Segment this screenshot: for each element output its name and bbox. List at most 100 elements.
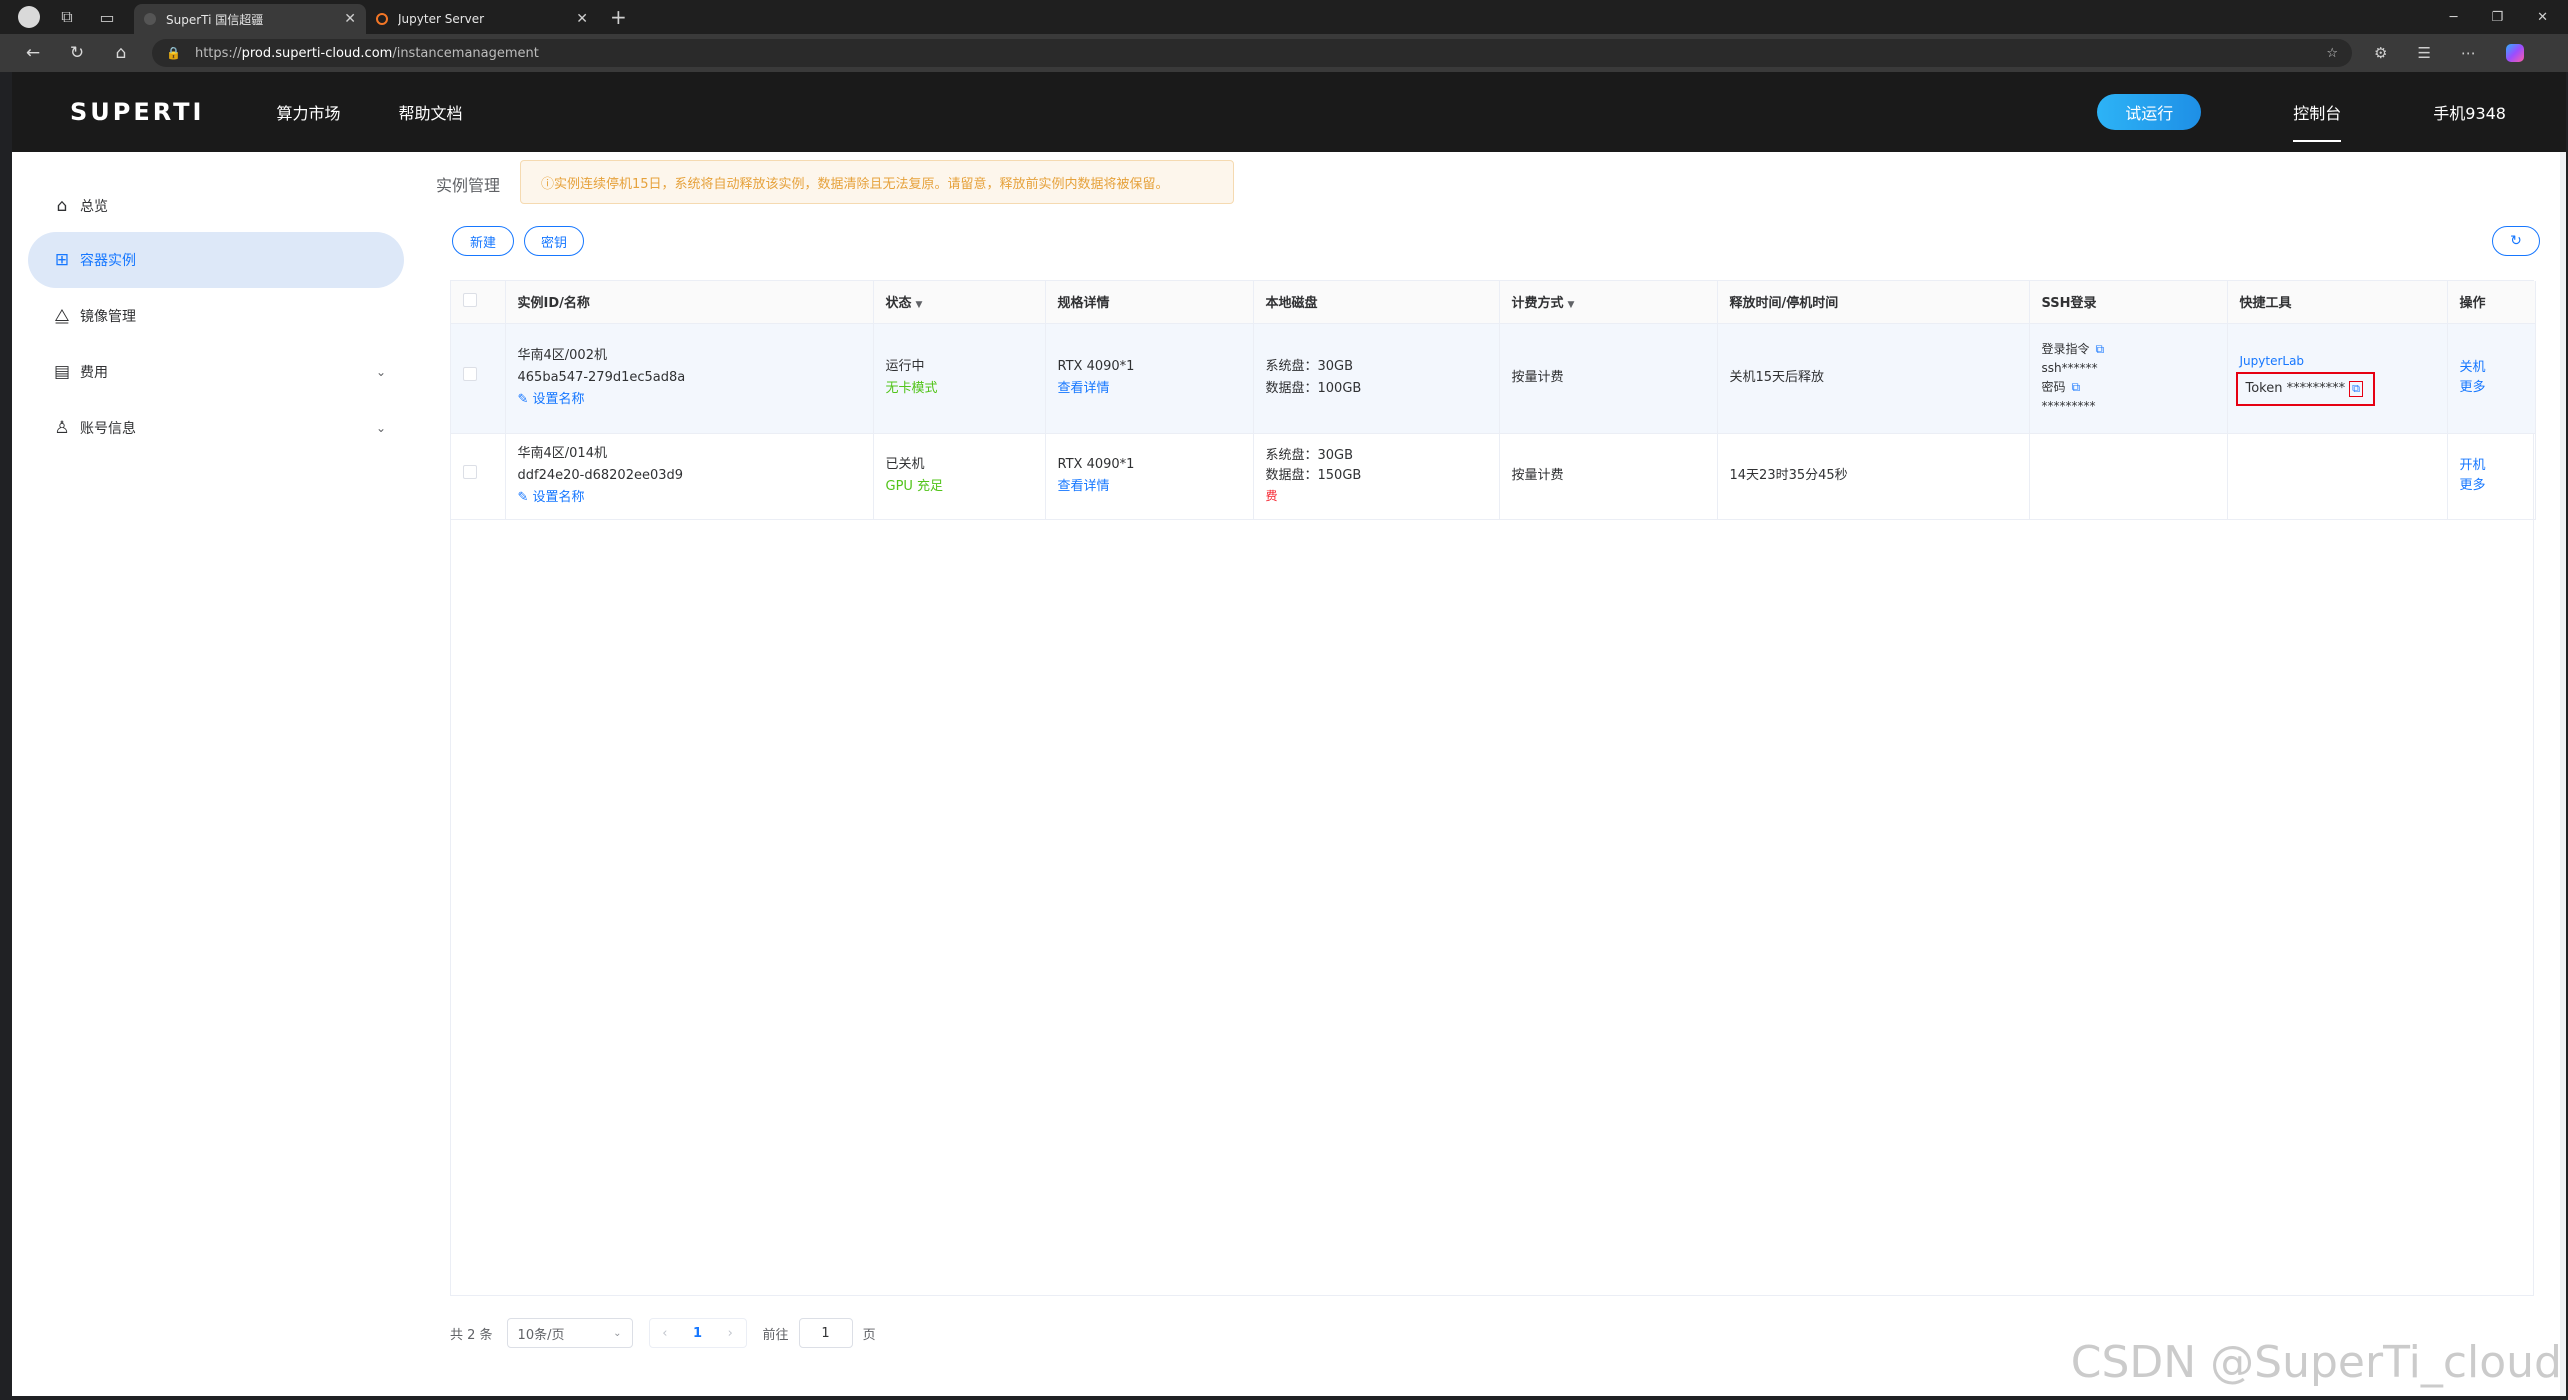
select-all-checkbox[interactable]	[463, 292, 477, 307]
favorites-icon[interactable]: ☰	[2417, 44, 2430, 62]
invoice-icon: ▤	[53, 362, 71, 382]
goto-page-input[interactable]: 1	[798, 1318, 853, 1348]
col-header-billing[interactable]: 计费方式 ▼	[1499, 281, 1718, 324]
minimize-icon[interactable]: ─	[2450, 10, 2458, 25]
nav-compute-market[interactable]: 算力市场	[276, 100, 340, 124]
row-select-cell	[451, 433, 506, 520]
ssh-cell: 登录指令 ⧉ ssh****** 密码 ⧉ *********	[2029, 323, 2228, 434]
spec-text: RTX 4090*1	[1057, 359, 1135, 374]
current-page[interactable]: 1	[693, 1326, 702, 1341]
close-tab-icon[interactable]: ✕	[344, 11, 356, 27]
copy-icon[interactable]: ⧉	[2096, 342, 2105, 356]
reload-icon[interactable]: ↻	[66, 43, 88, 63]
col-header-id: 实例ID/名称	[505, 281, 874, 324]
sidebar-item-label: 镜像管理	[80, 309, 136, 325]
nav-console[interactable]: 控制台	[2293, 72, 2342, 152]
disk-cell: 系统盘：30GB 数据盘：150GB 费	[1253, 433, 1500, 520]
startup-link[interactable]: 开机	[2460, 456, 2535, 476]
more-link[interactable]: 更多	[2460, 476, 2535, 496]
browser-tab-superti[interactable]: SuperTi 国信超疆 ✕	[134, 4, 366, 34]
billing-cell: 按量计费	[1499, 323, 1718, 434]
copy-token-icon[interactable]: ⧉	[2349, 381, 2363, 397]
chevron-down-icon: ⌄	[375, 365, 386, 379]
extensions-icon[interactable]: ⚙	[2374, 44, 2387, 62]
sidebar-item-container-instances[interactable]: ⊞ 容器实例	[28, 232, 404, 288]
system-disk: 系统盘：30GB	[1265, 359, 1354, 374]
set-name-link[interactable]: ✎ 设置名称	[518, 389, 873, 411]
user-account[interactable]: 手机9348	[2433, 100, 2506, 124]
logo[interactable]: SUPERTI	[70, 98, 204, 126]
restore-icon[interactable]: ❐	[2491, 10, 2503, 25]
page-nav: ‹ 1 ›	[648, 1318, 747, 1348]
jupyterlab-link[interactable]: JupyterLab	[2240, 350, 2447, 372]
url-host: prod.superti-cloud.com	[241, 45, 393, 61]
prev-page-icon[interactable]: ‹	[662, 1326, 667, 1341]
sidebar-item-label: 总览	[80, 199, 108, 215]
view-details-link[interactable]: 查看详情	[1058, 476, 1253, 498]
browser-tab-jupyter[interactable]: Jupyter Server ✕	[366, 4, 598, 34]
release-notice: ⓘ实例连续停机15日，系统将自动释放该实例，数据清除且无法复原。请留意，释放前实…	[520, 160, 1234, 204]
favorite-star-icon[interactable]: ☆	[2326, 46, 2338, 61]
lock-icon: 🔒	[166, 46, 181, 60]
col-header-status[interactable]: 状态 ▼	[873, 281, 1046, 324]
url-field[interactable]: 🔒 https://prod.superti-cloud.com/instanc…	[152, 39, 2352, 67]
col-header-label: 状态	[885, 296, 912, 312]
set-name-link[interactable]: ✎ 设置名称	[518, 487, 873, 509]
more-icon[interactable]: ⋯	[2461, 44, 2476, 62]
spec-text: RTX 4090*1	[1057, 457, 1135, 472]
select-all-cell	[451, 281, 506, 324]
back-icon[interactable]: ←	[22, 43, 44, 63]
close-window-icon[interactable]: ✕	[2537, 10, 2548, 25]
trial-run-button[interactable]: 试运行	[2097, 94, 2202, 130]
tools-cell: JupyterLab Token ********* ⧉	[2227, 323, 2448, 434]
status-cell: 运行中 无卡模式	[873, 323, 1046, 434]
main-content: 实例管理 ⓘ实例连续停机15日，系统将自动释放该实例，数据清除且无法复原。请留意…	[420, 152, 2560, 1396]
total-count: 共 2 条	[450, 1327, 493, 1343]
sort-caret-icon[interactable]: ▼	[1568, 300, 1575, 310]
goto-label: 前往	[762, 1327, 789, 1343]
copy-icon[interactable]: ⧉	[2072, 380, 2081, 394]
copilot-icon[interactable]	[2505, 44, 2524, 62]
tab-title: SuperTi 国信超疆	[166, 12, 264, 27]
data-disk: 数据盘：150GB	[1265, 468, 1362, 483]
sidebar-item-account[interactable]: ♙ 账号信息 ⌄	[28, 400, 404, 456]
disk-fee-badge: 费	[1265, 489, 1278, 503]
jupyter-favicon-icon	[376, 13, 388, 25]
sort-caret-icon[interactable]: ▼	[916, 300, 923, 310]
sidebar-item-label: 账号信息	[80, 421, 136, 437]
profile-icon[interactable]	[18, 6, 40, 28]
ssh-pwd-value: *********	[2041, 399, 2096, 413]
window-controls: ─ ❐ ✕	[2450, 10, 2568, 25]
page-size-select[interactable]: 10条/页 ⌄	[506, 1318, 633, 1348]
mirror-icon: ⧋	[54, 306, 70, 326]
sidebar-item-overview[interactable]: ⌂ 总览	[28, 178, 404, 234]
row-checkbox[interactable]	[463, 465, 477, 479]
table-row: 华南4区/014机 ddf24e20-d68202ee03d9 ✎ 设置名称 已…	[451, 433, 2536, 520]
more-link[interactable]: 更多	[2460, 378, 2535, 398]
new-instance-button[interactable]: 新建	[452, 226, 514, 256]
new-tab-icon[interactable]: +	[610, 5, 627, 29]
gpu-availability-badge: GPU 充足	[885, 479, 944, 494]
sidebar-item-billing[interactable]: ▤ 费用 ⌄	[28, 344, 404, 400]
view-details-link[interactable]: 查看详情	[1058, 378, 1253, 400]
shutdown-link[interactable]: 关机	[2460, 358, 2535, 378]
workspaces-icon[interactable]: ⧉	[54, 4, 80, 30]
row-checkbox[interactable]	[463, 367, 477, 381]
status-text: 已关机	[885, 457, 925, 472]
sidebar-item-images[interactable]: ⧋ 镜像管理	[28, 288, 404, 344]
nav-help-docs[interactable]: 帮助文档	[398, 100, 462, 124]
url-path: /instancemanagement	[392, 45, 539, 61]
ssh-cmd-value: ssh******	[2041, 361, 2098, 375]
close-tab-icon[interactable]: ✕	[576, 11, 588, 27]
next-page-icon[interactable]: ›	[728, 1326, 733, 1341]
keys-button[interactable]: 密钥	[524, 226, 584, 256]
home-icon[interactable]: ⌂	[110, 43, 132, 63]
tab-actions-icon[interactable]: ▭	[94, 4, 120, 30]
chevron-down-icon: ⌄	[613, 1327, 622, 1339]
page-size-value: 10条/页	[517, 1327, 565, 1343]
system-disk: 系统盘：30GB	[1265, 448, 1354, 463]
set-name-label: 设置名称	[532, 490, 585, 505]
col-header-release: 释放时间/停机时间	[1717, 281, 2030, 324]
refresh-icon[interactable]: ↻	[2492, 226, 2540, 256]
sidebar-item-label: 费用	[80, 365, 108, 381]
